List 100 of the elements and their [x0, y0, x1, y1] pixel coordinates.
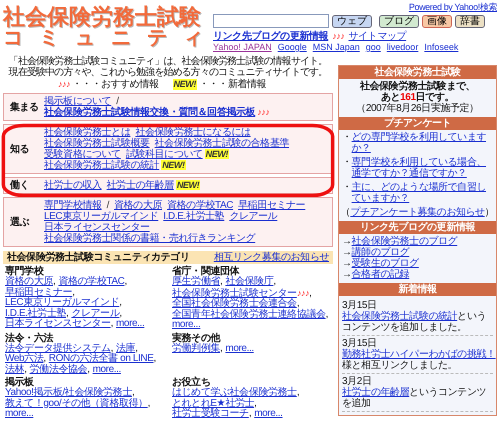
separator-text: , [148, 398, 150, 408]
portal-link[interactable]: Yahoo! JAPAN [213, 42, 272, 53]
nav-link[interactable]: I.D.E.社労士塾 [163, 211, 224, 222]
arrow-text: → [342, 247, 352, 258]
recommend-mark: ♪♪♪ [58, 79, 70, 90]
blog-link[interactable]: 社会保険労務士のブログ [352, 236, 458, 247]
category-link[interactable]: 全国青年社会保険労務士連絡協議会 [172, 310, 326, 320]
news-date: 3月15日 [342, 338, 377, 349]
separator-text: , [43, 353, 46, 364]
nav-link[interactable]: 試験科目について [126, 149, 203, 160]
separator-text: , [124, 276, 127, 287]
category-link[interactable]: 労働法令協会 [30, 364, 88, 375]
category-link[interactable]: 全国社会保険労務士会連合会 [172, 299, 297, 310]
survey-link[interactable]: 主に、どのような場所で自習していますか？ [352, 182, 493, 204]
nav-link[interactable]: 社労士の年齢層 [106, 180, 174, 191]
nav-link[interactable]: 社会保険労務士試験の合格基準 [154, 138, 290, 149]
nav-link[interactable]: 社会保険労務士になるには [135, 127, 251, 138]
search-button[interactable]: 辞書 [455, 14, 485, 28]
category-link[interactable]: はじめて学ぶ社会保険労務士 [172, 388, 297, 398]
nav-link[interactable]: 専門学校情報 [44, 200, 102, 211]
news-link[interactable]: 社労士の年齢層 [342, 387, 410, 398]
nav-link[interactable]: 社会保険労務士とは [44, 127, 130, 138]
category-link[interactable]: 法令データ提供システム [5, 344, 111, 354]
category-link[interactable]: 社労士受験コーチ [172, 409, 249, 420]
category-link[interactable]: 法庫 [116, 344, 136, 354]
row-label: 集まる [9, 102, 40, 112]
category-link[interactable]: 社会保険労務士試験センター [172, 288, 297, 299]
portal-link[interactable]: MSN Japan [312, 42, 360, 53]
nav-link[interactable]: 社会保険労務士試験情報交換・質問＆回答掲示板 [44, 107, 256, 118]
blog-link[interactable]: 講師のブログ [352, 247, 410, 258]
nav-link[interactable]: 受験資格について [44, 149, 121, 160]
nav-link[interactable]: 掲示板について [44, 96, 112, 107]
arrow-text: → [342, 258, 352, 269]
panel-header: リンク先ブログの更新情報 [339, 221, 496, 234]
blog-update-link[interactable]: リンク先ブログの更新情報 [213, 31, 328, 42]
search-button[interactable]: ブログ [379, 14, 419, 28]
more-link[interactable]: more... [225, 344, 254, 354]
survey-link[interactable]: 専門学校を利用している場合、通学ですか？通信ですか？ [352, 157, 493, 179]
separator-text: , [66, 308, 68, 318]
separator-text: , [119, 308, 122, 318]
nav-link[interactable]: 資格の大原 [114, 200, 162, 211]
separator-text: , [254, 398, 256, 408]
more-link[interactable]: more... [5, 409, 34, 420]
news-link[interactable]: 勤務社労士ハイパーわかばの挑戦！ [342, 349, 496, 360]
separator-text: , [220, 276, 222, 287]
portal-link[interactable]: Infoseek [424, 42, 458, 53]
more-link[interactable]: more... [172, 320, 200, 330]
category-link[interactable]: Yahoo!掲示板/社会保険労務士 [5, 388, 132, 398]
nav-link[interactable]: 社会保険労務士関係の書籍・売れ行きランキング [44, 233, 256, 244]
separator-text: , [132, 387, 134, 398]
separator-text: , [296, 387, 300, 398]
more-link[interactable]: more... [116, 319, 144, 330]
mutual-link[interactable]: 相互リンク募集のお知らせ [214, 252, 329, 263]
nav-link[interactable]: 社労士の収入 [44, 180, 102, 191]
category-link[interactable]: とれとれE★社労士 [172, 398, 254, 409]
category-link[interactable]: 社会保険庁 [225, 277, 274, 288]
search-button[interactable]: 画像 [422, 14, 452, 28]
paren-text: （ [340, 207, 350, 218]
blog-link[interactable]: 合格者の記録 [352, 269, 410, 280]
news-text: 社会保険労務士試験の統計というコンテンツを追加しました。 [342, 311, 488, 333]
portal-link[interactable]: Google [278, 42, 307, 53]
logo-title: 社会保険労務士試験 [3, 5, 202, 28]
separator-text: , [326, 308, 328, 320]
arrow-text: → [342, 236, 352, 247]
nav-link[interactable]: LEC東京リーガルマインド [44, 211, 158, 222]
nav-link[interactable]: クレアール [229, 211, 278, 222]
category-link[interactable]: RONの六法全書 on LINE [48, 354, 154, 364]
survey-notice-link[interactable]: プチアンケート募集のお知らせ [350, 207, 485, 218]
nav-link[interactable]: 早稲田セミナー [238, 200, 306, 211]
portal-link[interactable]: livedoor [386, 42, 418, 53]
search-field[interactable] [213, 14, 329, 28]
search-button[interactable]: ウェブ [332, 14, 372, 28]
sitemap-link[interactable]: サイトマップ [348, 31, 406, 42]
category-link[interactable]: I.D.E.社労士塾 [5, 308, 66, 319]
category-link[interactable]: 日本ライセンスセンター [5, 319, 111, 330]
powered-by-link[interactable]: Powered by Yahoo!検索 [408, 2, 497, 12]
category-link[interactable]: 厚生労働省 [172, 277, 220, 288]
intro-text: 現在受験中の方々や、これから勉強を始める方々のコミュニティサイトです。 [8, 67, 328, 78]
category-link[interactable]: Web六法 [5, 354, 44, 364]
category-link[interactable]: 教えて！goo/その他（資格取得） [5, 398, 148, 409]
category-link[interactable]: 労働判例集 [172, 344, 220, 354]
category-link[interactable]: 資格の大原 [5, 277, 54, 288]
category-link[interactable]: 早稲田セミナー [5, 288, 72, 298]
nav-link[interactable]: 資格の学校TAC [167, 200, 234, 211]
nav-link[interactable]: 社会保険労務士試験の統計 [44, 160, 160, 171]
category-link[interactable]: LEC東京リーガルマインド [5, 298, 120, 308]
nav-link[interactable]: 社会保険労務士試験概要 [44, 138, 150, 149]
portal-link[interactable]: goo [366, 42, 381, 53]
survey-link[interactable]: どの専門学校を利用していますか？ [352, 132, 493, 154]
category-link[interactable]: 法林 [5, 364, 24, 375]
exam-date-text: （2007年8月26日実施予定） [355, 103, 480, 114]
more-link[interactable]: more... [92, 364, 121, 375]
new-mark: NEW! [204, 149, 230, 159]
category-link[interactable]: クレアール [71, 308, 120, 319]
more-link[interactable]: more... [254, 409, 283, 420]
blog-link[interactable]: 受験生のブログ [352, 258, 419, 269]
row-label: 働く [8, 180, 30, 191]
nav-link[interactable]: 日本ライセンスセンター [44, 222, 150, 233]
news-link[interactable]: 社会保険労務士試験の統計 [342, 311, 458, 322]
category-link[interactable]: 資格の学校TAC [58, 277, 124, 288]
